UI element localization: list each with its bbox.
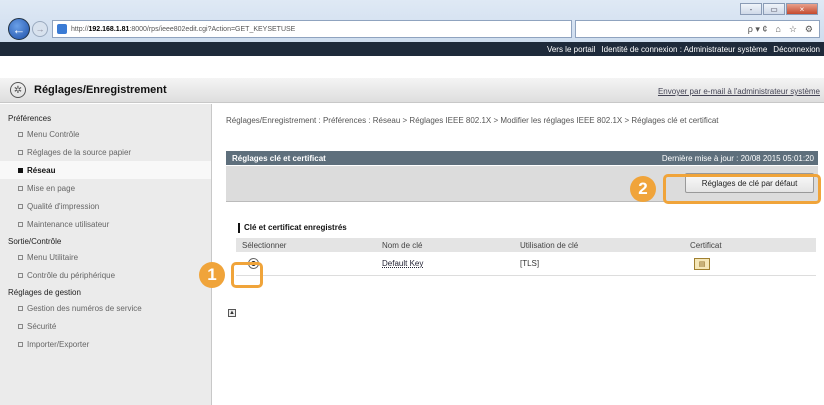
favicon-icon — [57, 24, 67, 34]
sidebar-item-menu-controle[interactable]: Menu Contrôle — [0, 125, 211, 143]
sidebar-item-importer-exporter[interactable]: Importer/Exporter — [0, 335, 211, 353]
url-prefix: http:// — [71, 25, 89, 33]
sidebar-section-gestion[interactable]: Réglages de gestion — [0, 286, 211, 299]
sidebar-item-securite[interactable]: Sécurité — [0, 317, 211, 335]
page-title: Réglages/Enregistrement — [34, 84, 167, 96]
window-controls: - ▭ × — [739, 3, 818, 15]
panel-title: Réglages clé et certificat — [232, 153, 326, 163]
bullet-icon — [18, 341, 23, 347]
key-table: Sélectionner Nom de clé Utilisation de c… — [236, 238, 816, 276]
sidebar-item-label: Contrôle du périphérique — [27, 270, 116, 280]
browser-tools: ρ ▾ ¢ ⌂ ☆ ⚙ — [575, 20, 820, 38]
certificate-cell: ▤ — [690, 257, 816, 270]
bullet-icon — [18, 305, 23, 311]
portal-links: Vers le portail Identité de connexion : … — [547, 45, 824, 54]
sidebar-item-label: Maintenance utilisateur — [27, 219, 110, 229]
callout-1: 1 — [199, 262, 225, 288]
home-icon[interactable]: ⌂ — [775, 24, 780, 34]
url-path: :8000/rps/ieee802edit.cgi?Action=GET_KEY… — [129, 25, 296, 33]
page-top-icon[interactable]: ▲ — [228, 309, 236, 317]
maximize-button[interactable]: ▭ — [763, 3, 785, 15]
sidebar-item-controle-peripherique[interactable]: Contrôle du périphérique — [0, 266, 211, 284]
bullet-icon — [18, 323, 23, 329]
sidebar-item-reseau[interactable]: Réseau — [0, 161, 211, 179]
address-bar[interactable]: http://192.168.1.81:8000/rps/ieee802edit… — [52, 20, 572, 38]
sidebar-item-label: Sécurité — [27, 321, 57, 331]
last-update: Dernière mise à jour : 20/08 2015 05:01:… — [661, 153, 814, 163]
search-icon[interactable]: ρ ▾ ¢ — [748, 24, 768, 35]
sidebar-item-menu-utilitaire[interactable]: Menu Utilitaire — [0, 248, 211, 266]
star-icon[interactable]: ☆ — [789, 24, 797, 35]
minimize-button[interactable]: - — [740, 3, 762, 15]
bullet-icon — [18, 272, 23, 278]
highlight-default-button — [663, 174, 821, 204]
table-row: Default Key [TLS] ▤ — [236, 252, 816, 276]
sidebar-item-label: Menu Utilitaire — [27, 252, 79, 262]
portal-link[interactable]: Vers le portail — [547, 45, 595, 54]
table-header: Sélectionner Nom de clé Utilisation de c… — [236, 238, 816, 252]
breadcrumb: Réglages/Enregistrement : Préférences : … — [226, 116, 719, 125]
callout-2: 2 — [630, 176, 656, 202]
page-header: ✲ Réglages/Enregistrement Envoyer par e-… — [0, 78, 824, 103]
login-identity: Identité de connexion : Administrateur s… — [601, 44, 768, 54]
sidebar-item-label: Importer/Exporter — [27, 339, 90, 349]
column-header: Nom de clé — [382, 240, 423, 250]
sidebar-section-preferences[interactable]: Préférences — [0, 112, 211, 125]
email-admin-link[interactable]: Envoyer par e-mail à l'administrateur sy… — [658, 87, 820, 96]
bullet-icon — [18, 254, 23, 260]
settings-icon[interactable]: ⚙ — [805, 24, 813, 35]
panel-header: Réglages clé et certificat Dernière mise… — [226, 151, 818, 165]
highlight-radio — [231, 262, 263, 288]
bullet-icon — [18, 131, 23, 137]
sidebar-item-qualite[interactable]: Qualité d'impression — [0, 197, 211, 215]
logout-link[interactable]: Déconnexion — [773, 45, 820, 54]
main-content: Réglages/Enregistrement : Préférences : … — [222, 104, 822, 405]
column-header: Certificat — [690, 240, 722, 250]
sidebar-item-label: Réglages de la source papier — [27, 147, 132, 157]
bullet-icon — [18, 185, 23, 191]
bullet-icon — [18, 149, 23, 155]
sidebar-item-maintenance[interactable]: Maintenance utilisateur — [0, 215, 211, 233]
column-header: Utilisation de clé — [520, 240, 579, 250]
certificate-icon[interactable]: ▤ — [694, 257, 710, 270]
portal-bar: Vers le portail Identité de connexion : … — [0, 42, 824, 56]
sidebar-item-numeros-service[interactable]: Gestion des numéros de service — [0, 299, 211, 317]
sidebar-item-label: Menu Contrôle — [27, 129, 80, 139]
sidebar-item-label: Gestion des numéros de service — [27, 303, 142, 313]
sidebar-item-mise-en-page[interactable]: Mise en page — [0, 179, 211, 197]
bullet-icon — [18, 167, 23, 173]
key-name-link[interactable]: Default Key — [382, 259, 423, 268]
sidebar-section-sortie[interactable]: Sortie/Contrôle — [0, 235, 211, 248]
forward-arrow-icon[interactable]: → — [32, 21, 48, 37]
key-name-cell: Default Key — [382, 259, 520, 268]
close-window-button[interactable]: × — [786, 3, 818, 15]
column-header: Sélectionner — [242, 240, 287, 250]
key-usage-cell: [TLS] — [520, 259, 540, 268]
sidebar: Préférences Menu Contrôle Réglages de la… — [0, 104, 212, 405]
back-arrow-icon[interactable]: ← — [8, 18, 30, 40]
sidebar-item-source-papier[interactable]: Réglages de la source papier — [0, 143, 211, 161]
section-title: Clé et certificat enregistrés — [238, 223, 347, 233]
sidebar-item-label: Qualité d'impression — [27, 201, 100, 211]
url-host: 192.168.1.81 — [88, 25, 130, 33]
bullet-icon — [18, 221, 23, 227]
bullet-icon — [18, 203, 23, 209]
sidebar-item-label: Mise en page — [27, 183, 76, 193]
sidebar-item-label: Réseau — [27, 165, 56, 175]
gear-icon: ✲ — [10, 82, 26, 98]
